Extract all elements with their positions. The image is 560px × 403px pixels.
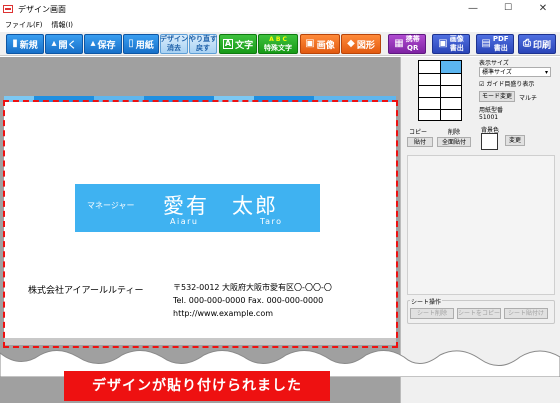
card-contact-block: 〒532-0012 大阪府大阪市愛有区〇-〇〇-〇 Tel. 000-000-0…	[173, 281, 332, 320]
chevron-down-icon: ▾	[544, 69, 548, 76]
special-text-abc-icon: A B C	[269, 36, 287, 43]
delete-label[interactable]: 削除	[448, 127, 460, 136]
image-export-button[interactable]: ▣ 画像 書出	[432, 34, 470, 54]
undo-redo-button[interactable]: やり直す 戻す	[189, 34, 217, 54]
card-role: マネージャー	[87, 201, 135, 210]
card-bottom-stripe	[4, 338, 396, 345]
save-icon: ▴	[90, 38, 96, 49]
maximize-button[interactable]: ☐	[491, 0, 525, 18]
menu-file[interactable]: ファイル(F)	[5, 20, 43, 30]
card-url: http://www.example.com	[173, 309, 274, 318]
window-title: デザイン画面	[18, 4, 66, 14]
qr-code-icon: ▦	[394, 38, 404, 49]
text-a-icon: A	[222, 39, 234, 49]
special-text-button[interactable]: A B C 特殊文字	[258, 34, 298, 54]
new-button[interactable]: ▮ 新規	[6, 34, 44, 54]
paper-number-value: 51001	[479, 114, 499, 121]
close-button[interactable]: ✕	[526, 0, 560, 18]
text-button[interactable]: A 文字	[219, 34, 257, 54]
image-export-icon: ▣	[438, 38, 448, 49]
bg-color-swatch[interactable]	[481, 133, 498, 150]
paste-all-button[interactable]: 全面貼付	[437, 137, 471, 147]
menu-info[interactable]: 情報(I)	[52, 20, 74, 30]
status-toast: デザインが貼り付けられました	[64, 371, 330, 401]
sheet-paste-button[interactable]: シート貼付け	[504, 308, 548, 319]
image-button[interactable]: ▣ 画像	[300, 34, 340, 54]
sheet-delete-button[interactable]: シート削除	[410, 308, 454, 319]
display-size-select[interactable]: 標準サイズ ▾	[479, 67, 551, 77]
pdf-export-button[interactable]: ▤ PDF 書出	[476, 34, 514, 54]
multi-label: マルチ	[519, 95, 538, 102]
toolbar: ▮ 新規 ▴ 開く ▴ 保存 ▯ 用紙 デザイン 消去 やり直す 戻す A 文字 A B C特…	[0, 32, 560, 56]
card-romaji-last: Taro	[260, 217, 283, 226]
card-phone: Tel. 000-000-0000 Fax. 000-000-0000	[173, 296, 324, 305]
guide-checkbox-row[interactable]: ☑ ガイド目盛り表示	[479, 79, 534, 88]
name-banner[interactable]: マネージャー 愛有 太郎 Aiaru Taro	[75, 184, 320, 232]
minimize-button[interactable]: —	[456, 0, 490, 18]
menu-bar: ファイル(F) 情報(I)	[0, 18, 560, 31]
open-folder-icon: ▴	[51, 38, 57, 49]
copy-label[interactable]: コピー	[409, 127, 427, 136]
card-romaji-first: Aiaru	[170, 217, 199, 226]
shape-icon: ◆	[347, 38, 355, 49]
app-icon	[3, 5, 13, 13]
design-clear-button[interactable]: デザイン 消去	[160, 34, 188, 54]
shape-button[interactable]: ◆ 図形	[341, 34, 381, 54]
card-company: 株式会社アイアールルティー	[28, 286, 144, 296]
mode-change-button[interactable]: モード変更	[479, 91, 515, 102]
print-button[interactable]: ⎙ 印刷	[518, 34, 556, 54]
mobile-qr-button[interactable]: ▦ 携帯 QR	[388, 34, 426, 54]
image-icon: ▣	[305, 38, 315, 49]
properties-area	[407, 155, 555, 295]
sheet-cell-selected[interactable]	[441, 61, 461, 73]
sheet-layout-grid[interactable]	[418, 60, 462, 121]
pdf-icon: ▤	[481, 38, 491, 49]
paper-icon: ▯	[128, 38, 134, 49]
card-address: 〒532-0012 大阪府大阪市愛有区〇-〇〇-〇	[173, 283, 332, 292]
paper-button[interactable]: ▯ 用紙	[123, 34, 159, 54]
open-button[interactable]: ▴ 開く	[45, 34, 83, 54]
new-icon: ▮	[12, 38, 18, 49]
sheet-copy-button[interactable]: シートをコピー	[457, 308, 501, 319]
title-bar: デザイン画面 — ☐ ✕	[0, 0, 560, 18]
display-size-label: 表示サイズ	[479, 60, 509, 67]
checkbox-checked-icon: ☑	[479, 81, 485, 88]
paste-button[interactable]: 貼付	[407, 137, 433, 147]
printer-icon: ⎙	[522, 38, 531, 49]
card-name: 愛有 太郎	[163, 194, 278, 218]
sheet-ops-label: シート操作	[410, 297, 443, 306]
paper-number-label: 用紙型番	[479, 107, 504, 114]
save-button[interactable]: ▴ 保存	[84, 34, 122, 54]
bg-color-change-button[interactable]: 変更	[505, 135, 525, 146]
